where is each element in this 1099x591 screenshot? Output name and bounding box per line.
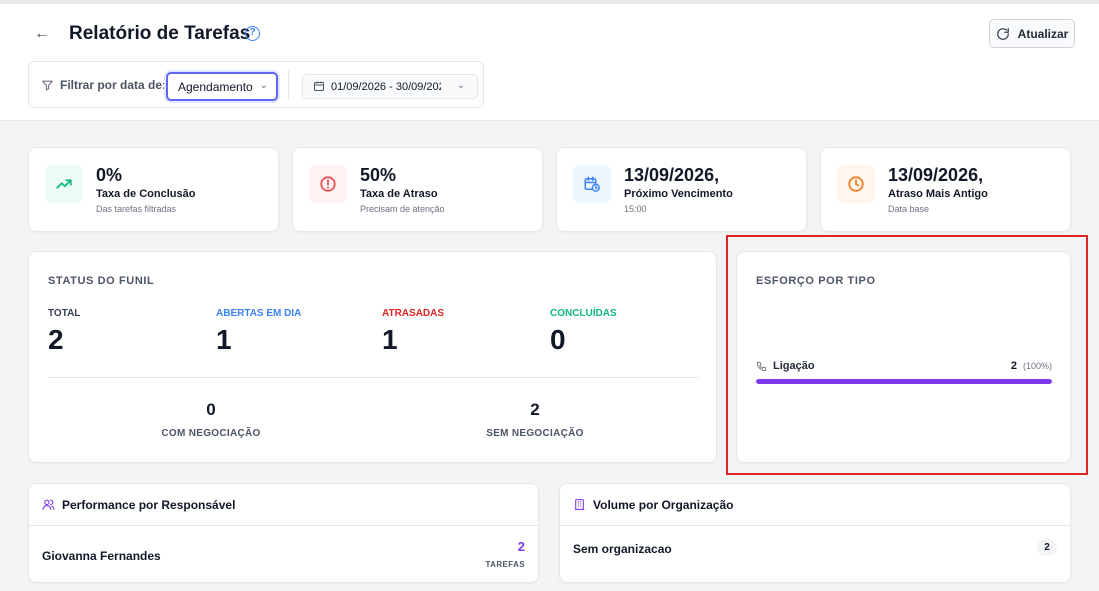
filter-bar: Filtrar por data de: Agendamento ⌄ 01/09…: [28, 61, 484, 108]
organization-count-badge: 2: [1037, 539, 1057, 556]
organization-header: Volume por Organização: [560, 484, 1070, 526]
responsible-task-count: 2: [517, 539, 525, 554]
funnel-overdue: ATRASADAS 1: [382, 308, 444, 356]
calendar-icon: [314, 81, 324, 91]
organization-card: Volume por Organização Sem organizacao 2: [559, 483, 1071, 583]
effort-title: ESFORÇO POR TIPO: [756, 275, 876, 287]
negotiation-value: 2: [530, 400, 540, 419]
effort-progress-track: [756, 379, 1052, 384]
negotiation-value: 0: [206, 400, 216, 419]
performance-title: Performance por Responsável: [62, 497, 236, 512]
refresh-label: Atualizar: [1017, 26, 1069, 41]
kpi-oldest-delay: 13/09/2026, Atraso Mais Antigo Data base: [820, 147, 1071, 232]
kpi-next-due: 13/09/2026, Próximo Vencimento 15:00: [556, 147, 807, 232]
kpi-delay-rate: 50% Taxa de Atraso Precisam de atenção: [292, 147, 543, 232]
building-icon: [574, 499, 585, 510]
filter-divider: [288, 70, 289, 100]
kpi-completion-rate: 0% Taxa de Conclusão Das tarefas filtrad…: [28, 147, 279, 232]
kpi-sub: Precisam de atenção: [360, 204, 445, 214]
kpi-label: Taxa de Conclusão: [96, 188, 196, 200]
performance-card: Performance por Responsável Giovanna Fer…: [28, 483, 539, 583]
kpi-icon-box: [573, 165, 611, 203]
filter-icon: [42, 80, 53, 90]
kpi-icon-box: [45, 165, 83, 203]
date-range-picker[interactable]: 01/09/2026 - 30/09/2026 ⌄: [302, 74, 478, 99]
organization-name: Sem organizacao: [573, 542, 672, 556]
filter-label: Filtrar por data de:: [41, 78, 166, 92]
phone-icon: [756, 361, 767, 371]
effort-item-percent: (100%): [1022, 361, 1052, 371]
effort-item-name: Ligação: [756, 360, 815, 372]
funnel-title: STATUS DO FUNIL: [48, 275, 155, 287]
alert-circle-icon: [320, 176, 336, 192]
clock-icon: [848, 176, 864, 192]
kpi-value: 13/09/2026,: [888, 165, 984, 185]
users-icon: [42, 499, 55, 510]
kpi-value: 13/09/2026,: [624, 165, 720, 185]
responsible-task-unit: TAREFAS: [485, 560, 525, 569]
funnel-value: 1: [382, 324, 398, 355]
effort-item-count: 2: [1010, 360, 1017, 372]
without-negotiation: 2 SEM NEGOCIAÇÃO: [455, 400, 615, 439]
funnel-value: 2: [48, 324, 64, 355]
kpi-label: Taxa de Atraso: [360, 188, 438, 200]
effort-by-type-card: ESFORÇO POR TIPO Ligação 2 (100%): [736, 251, 1071, 463]
page-header: ← Relatório de Tarefas ? Atualizar Filtr…: [0, 4, 1099, 121]
kpi-label: Próximo Vencimento: [624, 188, 733, 200]
funnel-divider: [48, 377, 699, 378]
chevron-down-icon: ⌄: [259, 80, 268, 91]
kpi-sub: Data base: [888, 204, 930, 214]
funnel-caption: TOTAL: [48, 308, 81, 319]
kpi-sub: Das tarefas filtradas: [96, 204, 177, 214]
kpi-label: Atraso Mais Antigo: [888, 188, 988, 200]
with-negotiation: 0 COM NEGOCIAÇÃO: [131, 400, 291, 439]
funnel-completed: CONCLUÍDAS 0: [550, 308, 617, 356]
responsible-name: Giovanna Fernandes: [42, 549, 161, 563]
date-type-value: Agendamento: [178, 80, 253, 94]
performance-header: Performance por Responsável: [29, 484, 538, 526]
funnel-caption: CONCLUÍDAS: [550, 308, 617, 319]
refresh-button[interactable]: Atualizar: [989, 19, 1075, 48]
funnel-open-on-time: ABERTAS EM DIA 1: [216, 308, 301, 356]
effort-item-label: Ligação: [773, 360, 815, 372]
kpi-sub: 15:00: [624, 204, 647, 214]
funnel-total: TOTAL 2: [48, 308, 80, 356]
funnel-value: 0: [550, 324, 566, 355]
kpi-icon-box: [309, 165, 347, 203]
trending-up-icon: [56, 179, 72, 189]
negotiation-caption: COM NEGOCIAÇÃO: [161, 428, 261, 439]
refresh-icon: [996, 27, 1009, 40]
page-title: Relatório de Tarefas: [69, 23, 251, 44]
negotiation-caption: SEM NEGOCIAÇÃO: [486, 428, 584, 439]
date-range-value: 01/09/2026 - 30/09/2026: [331, 81, 441, 93]
kpi-value: 0%: [96, 165, 123, 185]
kpi-value: 50%: [360, 165, 397, 185]
filter-label-text: Filtrar por data de:: [60, 78, 167, 92]
funnel-caption: ATRASADAS: [382, 308, 445, 319]
calendar-clock-icon: [584, 176, 600, 192]
help-circle-icon[interactable]: ?: [245, 26, 260, 41]
funnel-caption: ABERTAS EM DIA: [216, 308, 302, 319]
effort-progress-fill: [756, 379, 1052, 384]
back-arrow-icon[interactable]: ←: [32, 24, 52, 44]
funnel-status-card: STATUS DO FUNIL TOTAL 2 ABERTAS EM DIA 1…: [28, 251, 717, 463]
kpi-icon-box: [837, 165, 875, 203]
funnel-value: 1: [216, 324, 232, 355]
date-type-select[interactable]: Agendamento ⌄: [166, 72, 278, 101]
chevron-down-icon: ⌄: [456, 80, 465, 91]
organization-title: Volume por Organização: [593, 497, 734, 512]
